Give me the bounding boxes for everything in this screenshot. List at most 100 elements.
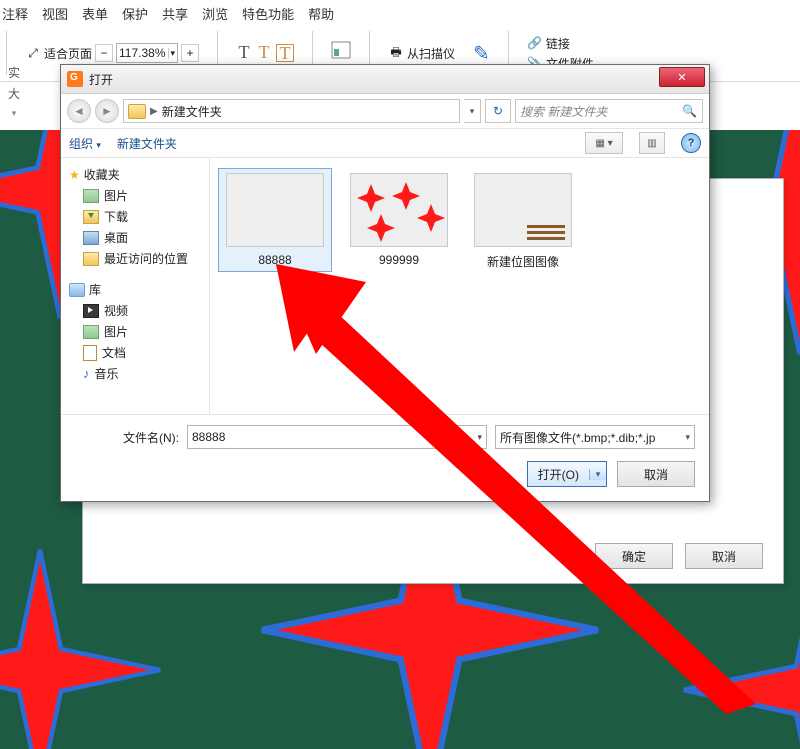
file-name: 999999 <box>379 253 419 267</box>
zoom-in-icon[interactable]: + <box>181 44 199 62</box>
forward-button[interactable]: ► <box>95 99 119 123</box>
dialog-body: ★收藏夹 图片 下载 桌面 最近访问的位置 库 视频 图片 文档 ♪音乐 888… <box>61 158 709 414</box>
thumbnail-paint <box>474 173 572 247</box>
chevron-down-icon: ▾ <box>96 140 101 150</box>
sidebar: ★收藏夹 图片 下载 桌面 最近访问的位置 库 视频 图片 文档 ♪音乐 <box>61 158 210 414</box>
dialog-footer: 文件名(N): 88888 ▾ 所有图像文件(*.bmp;*.dib;*.jp … <box>61 414 709 501</box>
dialog-title: 打开 <box>89 71 113 88</box>
organize-button[interactable]: 组织 ▾ <box>69 135 101 152</box>
menu-item[interactable]: 特色功能 <box>242 4 294 23</box>
breadcrumb-segment[interactable]: 新建文件夹 <box>162 103 222 120</box>
nav-row: ◄ ► ▶ 新建文件夹 ▾ ↻ 搜索 新建文件夹 🔍 <box>61 94 709 129</box>
cancel-button[interactable]: 取消 <box>617 461 695 487</box>
titlebar: 打开 ✕ <box>61 65 709 94</box>
fit-page-icon: ⤢ <box>25 45 41 61</box>
ribbon-scan-group: 🖶从扫描仪 <box>388 45 455 62</box>
zoom-input[interactable]: 117.38% ▾ <box>116 43 178 63</box>
thumbnail-stars <box>350 173 448 247</box>
left-panel-strip: 实 大 ▾ <box>0 60 28 119</box>
breadcrumb[interactable]: ▶ 新建文件夹 <box>123 99 460 123</box>
search-icon: 🔍 <box>682 104 697 118</box>
downloads-icon <box>83 210 99 224</box>
link-icon: 🔗 <box>527 35 543 51</box>
filename-input[interactable]: 88888 ▾ <box>187 425 487 449</box>
text-tool-icon[interactable]: T <box>276 44 294 62</box>
file-name: 88888 <box>258 253 291 267</box>
filename-value: 88888 <box>192 430 225 444</box>
strip-label: 实 <box>8 64 20 81</box>
preview-pane-button[interactable]: ▥ <box>639 132 665 154</box>
menu-item[interactable]: 保护 <box>122 4 148 23</box>
pictures-icon <box>83 189 99 203</box>
video-icon <box>83 304 99 318</box>
filename-label: 文件名(N): <box>123 429 179 446</box>
chevron-down-icon[interactable]: ▾ <box>477 432 482 443</box>
chevron-down-icon[interactable]: ▾ <box>168 48 176 59</box>
sidebar-item-music[interactable]: ♪音乐 <box>61 363 209 384</box>
file-open-dialog: 打开 ✕ ◄ ► ▶ 新建文件夹 ▾ ↻ 搜索 新建文件夹 🔍 组织 ▾ 新建文… <box>60 64 710 502</box>
menu-item[interactable]: 帮助 <box>308 4 334 23</box>
new-folder-button[interactable]: 新建文件夹 <box>117 135 177 152</box>
sign-icon[interactable]: ✎ <box>473 41 490 66</box>
sidebar-item-documents[interactable]: 文档 <box>61 342 209 363</box>
view-mode-button[interactable]: ▦ ▾ <box>585 132 623 154</box>
close-button[interactable]: ✕ <box>659 67 705 87</box>
chevron-down-icon[interactable]: ▾ <box>685 432 690 443</box>
open-button-label: 打开(O) <box>528 466 589 483</box>
thumbnail-bliss <box>226 173 324 247</box>
toolbar: 组织 ▾ 新建文件夹 ▦ ▾ ▥ ? <box>61 129 709 158</box>
sidebar-item-recent[interactable]: 最近访问的位置 <box>61 248 209 269</box>
back-button[interactable]: ◄ <box>67 99 91 123</box>
menu-bar: 注释 视图 表单 保护 共享 浏览 特色功能 帮助 <box>0 0 800 29</box>
filetype-value: 所有图像文件(*.bmp;*.dib;*.jp <box>500 429 655 446</box>
fit-page-label[interactable]: 适合页面 <box>44 45 92 62</box>
folder-icon <box>128 104 146 119</box>
menu-item[interactable]: 注释 <box>2 4 28 23</box>
sidebar-item-pictures-lib[interactable]: 图片 <box>61 321 209 342</box>
zoom-out-icon[interactable]: − <box>95 44 113 62</box>
sidebar-item-downloads[interactable]: 下载 <box>61 206 209 227</box>
document-icon <box>83 345 97 361</box>
menu-item[interactable]: 共享 <box>162 4 188 23</box>
refresh-button[interactable]: ↻ <box>485 99 511 123</box>
scanner-icon: 🖶 <box>388 45 404 61</box>
menu-item[interactable]: 浏览 <box>202 4 228 23</box>
ribbon-zoom-group: ⤢ 适合页面 − 117.38% ▾ + <box>25 43 199 63</box>
sidebar-item-desktop[interactable]: 桌面 <box>61 227 209 248</box>
zoom-value: 117.38% <box>119 46 165 60</box>
pictures-icon <box>83 325 99 339</box>
from-scanner-button[interactable]: 从扫描仪 <box>407 45 455 62</box>
cancel-button[interactable]: 取消 <box>685 543 763 569</box>
open-button[interactable]: 打开(O) ▾ <box>527 461 607 487</box>
recent-icon <box>83 252 99 266</box>
sidebar-item-pictures[interactable]: 图片 <box>61 185 209 206</box>
image-placeholder-icon[interactable] <box>331 41 351 65</box>
ribbon-text-group: T T T <box>236 44 294 62</box>
app-icon <box>67 71 83 87</box>
chevron-right-icon: ▶ <box>150 106 158 117</box>
library-icon <box>69 283 85 297</box>
menu-item[interactable]: 表单 <box>82 4 108 23</box>
text-tool-icon[interactable]: T <box>256 44 272 60</box>
text-tool-icon[interactable]: T <box>236 44 252 60</box>
sidebar-favorites-header[interactable]: ★收藏夹 <box>61 164 209 185</box>
file-item[interactable]: 新建位图图像 <box>466 168 580 275</box>
ok-button[interactable]: 确定 <box>595 543 673 569</box>
file-name: 新建位图图像 <box>487 253 559 270</box>
strip-label: 大 <box>8 85 20 102</box>
star-icon: ★ <box>69 168 80 182</box>
breadcrumb-dropdown[interactable]: ▾ <box>464 99 481 123</box>
sidebar-item-videos[interactable]: 视频 <box>61 300 209 321</box>
sidebar-library-header[interactable]: 库 <box>61 279 209 300</box>
filetype-select[interactable]: 所有图像文件(*.bmp;*.dib;*.jp ▾ <box>495 425 695 449</box>
file-item[interactable]: 999999 <box>342 168 456 272</box>
file-item[interactable]: 88888 <box>218 168 332 272</box>
chevron-down-icon[interactable]: ▾ <box>12 108 17 119</box>
help-button[interactable]: ? <box>681 133 701 153</box>
link-button[interactable]: 链接 <box>546 35 570 52</box>
open-split-dropdown[interactable]: ▾ <box>589 469 606 480</box>
menu-item[interactable]: 视图 <box>42 4 68 23</box>
search-input[interactable]: 搜索 新建文件夹 🔍 <box>515 99 703 123</box>
file-grid: 88888 999999 新建位图图像 <box>210 158 709 414</box>
search-placeholder: 搜索 新建文件夹 <box>520 103 607 120</box>
